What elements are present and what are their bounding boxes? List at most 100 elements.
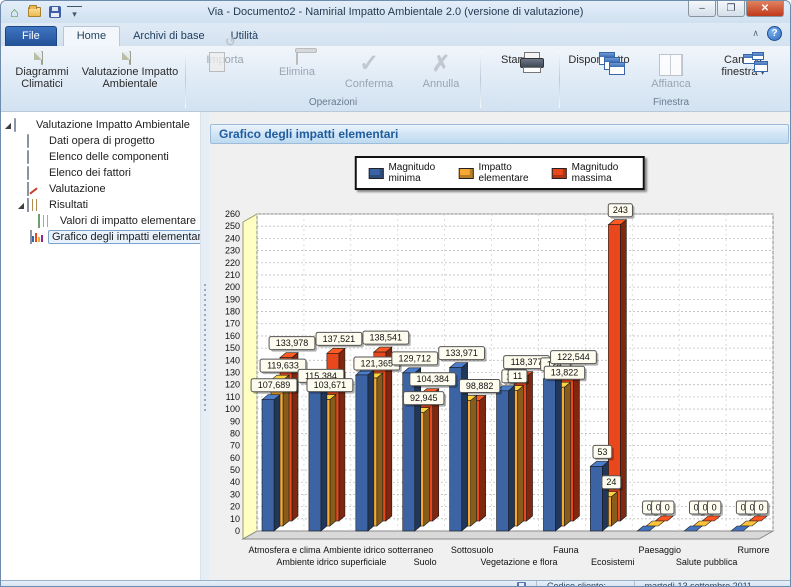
collapse-ribbon-icon[interactable]: ∧ [752,28,759,39]
data-label: 103,671 [314,380,347,390]
importa-button: ↺Importa [189,49,261,67]
tree-item-label: Valutazione [45,182,110,196]
tree-item-label: Valori di impatto elementare [56,214,200,228]
data-label: 0 [647,503,652,513]
data-label: 122,544 [557,352,590,362]
legend-swatch [368,168,383,179]
x-axis-label: Ecosistemi [591,557,635,567]
tree-item-label: Elenco delle componenti [45,150,173,164]
data-label: 98,882 [466,381,494,391]
data-label: 92,945 [410,393,438,403]
minimize-button[interactable]: – [688,1,716,17]
data-label: 243 [613,205,628,215]
help-icon[interactable]: ? [767,26,782,41]
x-axis-label: Fauna [553,545,579,555]
svg-text:230: 230 [225,246,240,256]
quick-access-toolbar: ⌂ ▾ [1,4,82,21]
svg-text:0: 0 [235,526,240,536]
tree-item-label: Dati opera di progetto [45,134,159,148]
tab-home[interactable]: Home [63,26,120,46]
x-axis-label: Ambiente idrico superficiale [276,557,386,567]
legend-item: Impatto elementare [458,162,535,184]
doc-green-icon [129,52,131,64]
svg-text:170: 170 [225,319,240,329]
expander-expanded-icon[interactable]: ◢ [16,201,26,210]
legend-label: Magnitudo minima [388,162,442,184]
panel-title: Grafico degli impatti elementari [219,127,398,141]
cambia-finestra-button[interactable]: Cambiafinestra ▾ [707,49,779,80]
ribbon-group-operazioni: ↺ImportaElimina✓Conferma✗AnnullaOperazio… [186,48,480,110]
tree-item-elenco-dei-fattori[interactable]: Elenco dei fattori [1,165,200,181]
trash-icon [296,52,298,64]
doc-green-icon [14,119,28,132]
data-label: 0 [750,503,755,513]
data-label: 138,541 [370,333,403,343]
valutazione-impatto-ambientale-button[interactable]: Valutazione Impatto Ambientale [78,49,182,91]
svg-text:40: 40 [230,477,240,487]
tree-item-label: Valutazione Impatto Ambientale [32,118,194,132]
expander-expanded-icon[interactable]: ◢ [3,121,13,130]
ribbon-group: Stampa [481,48,559,110]
data-label: 129,712 [398,353,431,363]
app-window: ⌂ ▾ Via - Documento2 - Namirial Impatto … [0,0,791,587]
ribbon-group: Diagrammi ClimaticiValutazione Impatto A… [3,48,185,110]
qat-customize-icon[interactable]: ▾ [67,6,82,21]
svg-text:200: 200 [225,282,240,292]
tree-item-grafico-degli-impatti-elementari[interactable]: Grafico degli impatti elementari [1,229,200,245]
doc-icon [27,135,41,148]
svg-text:100: 100 [225,404,240,414]
save-icon[interactable] [47,5,62,20]
svg-text:140: 140 [225,355,240,365]
tree-item-risultati[interactable]: ◢Risultati [1,197,200,213]
tree-item-valutazione[interactable]: Valutazione [1,181,200,197]
svg-text:190: 190 [225,294,240,304]
splitter[interactable] [201,112,209,580]
status-client-code: Codice cliente: ...... [547,581,624,587]
diagrammi-climatici-button[interactable]: Diagrammi Climatici [6,49,78,91]
data-label: 13,822 [551,368,579,378]
elimina-button: Elimina [261,49,333,79]
stampa-button[interactable]: Stampa [484,49,556,67]
main-area: ◢ Valutazione Impatto Ambientale Dati oper… [1,112,790,580]
legend-swatch [458,168,473,179]
tab-file[interactable]: File [5,26,57,46]
close-button[interactable]: ✕ [746,1,784,17]
panel-header: Grafico degli impatti elementari [210,124,789,144]
legend-swatch [551,168,566,179]
open-folder-icon[interactable] [27,5,42,20]
svg-text:150: 150 [225,343,240,353]
edit-icon [27,183,41,196]
splitter-grip-icon [204,284,206,414]
chart-legend: Magnitudo minimaImpatto elementareMagnit… [354,156,645,190]
tree-item-elenco-delle-componenti[interactable]: Elenco delle componenti [1,149,200,165]
status-save-icon [517,582,526,587]
group-label [484,97,556,110]
maximize-button[interactable]: ❐ [717,1,745,17]
data-label: 0 [741,503,746,513]
tree-item-dati-opera-di-progetto[interactable]: Dati opera di progetto [1,133,200,149]
check-icon: ✓ [359,52,379,76]
tree-item-label: Grafico degli impatti elementari [48,230,201,244]
status-bar: Codice cliente: ...... martedì 13 settem… [1,580,790,587]
bar [590,466,602,531]
ribbon-tab-row: FileHomeArchivi di baseUtilità ∧ ? [1,23,790,46]
home-icon[interactable]: ⌂ [7,5,22,20]
doc-yellow-icon [41,52,43,64]
svg-text:90: 90 [230,416,240,426]
svg-text:260: 260 [225,209,240,219]
ribbon-group-finestra: Disponi tuttoAffiancaCambiafinestra ▾Fin… [560,48,782,110]
disponi-tutto-button[interactable]: Disponi tutto [563,49,635,67]
x-axis-label: Paesaggio [638,545,681,555]
tree-item-valutazione-impatto-ambientale[interactable]: ◢ Valutazione Impatto Ambientale [1,117,200,133]
ribbon: Diagrammi ClimaticiValutazione Impatto A… [1,46,790,112]
svg-text:20: 20 [230,502,240,512]
chart: 0102030405060708090100110120130140150160… [221,186,781,580]
svg-text:120: 120 [225,380,240,390]
svg-text:240: 240 [225,233,240,243]
data-label: 11 [513,371,522,381]
data-label: 119,633 [267,361,299,371]
data-label: 0 [712,503,717,513]
tree-item-valori-di-impatto-elementare[interactable]: Valori di impatto elementare [1,213,200,229]
tab-archivi-di-base[interactable]: Archivi di base [120,27,218,46]
svg-text:250: 250 [225,221,240,231]
